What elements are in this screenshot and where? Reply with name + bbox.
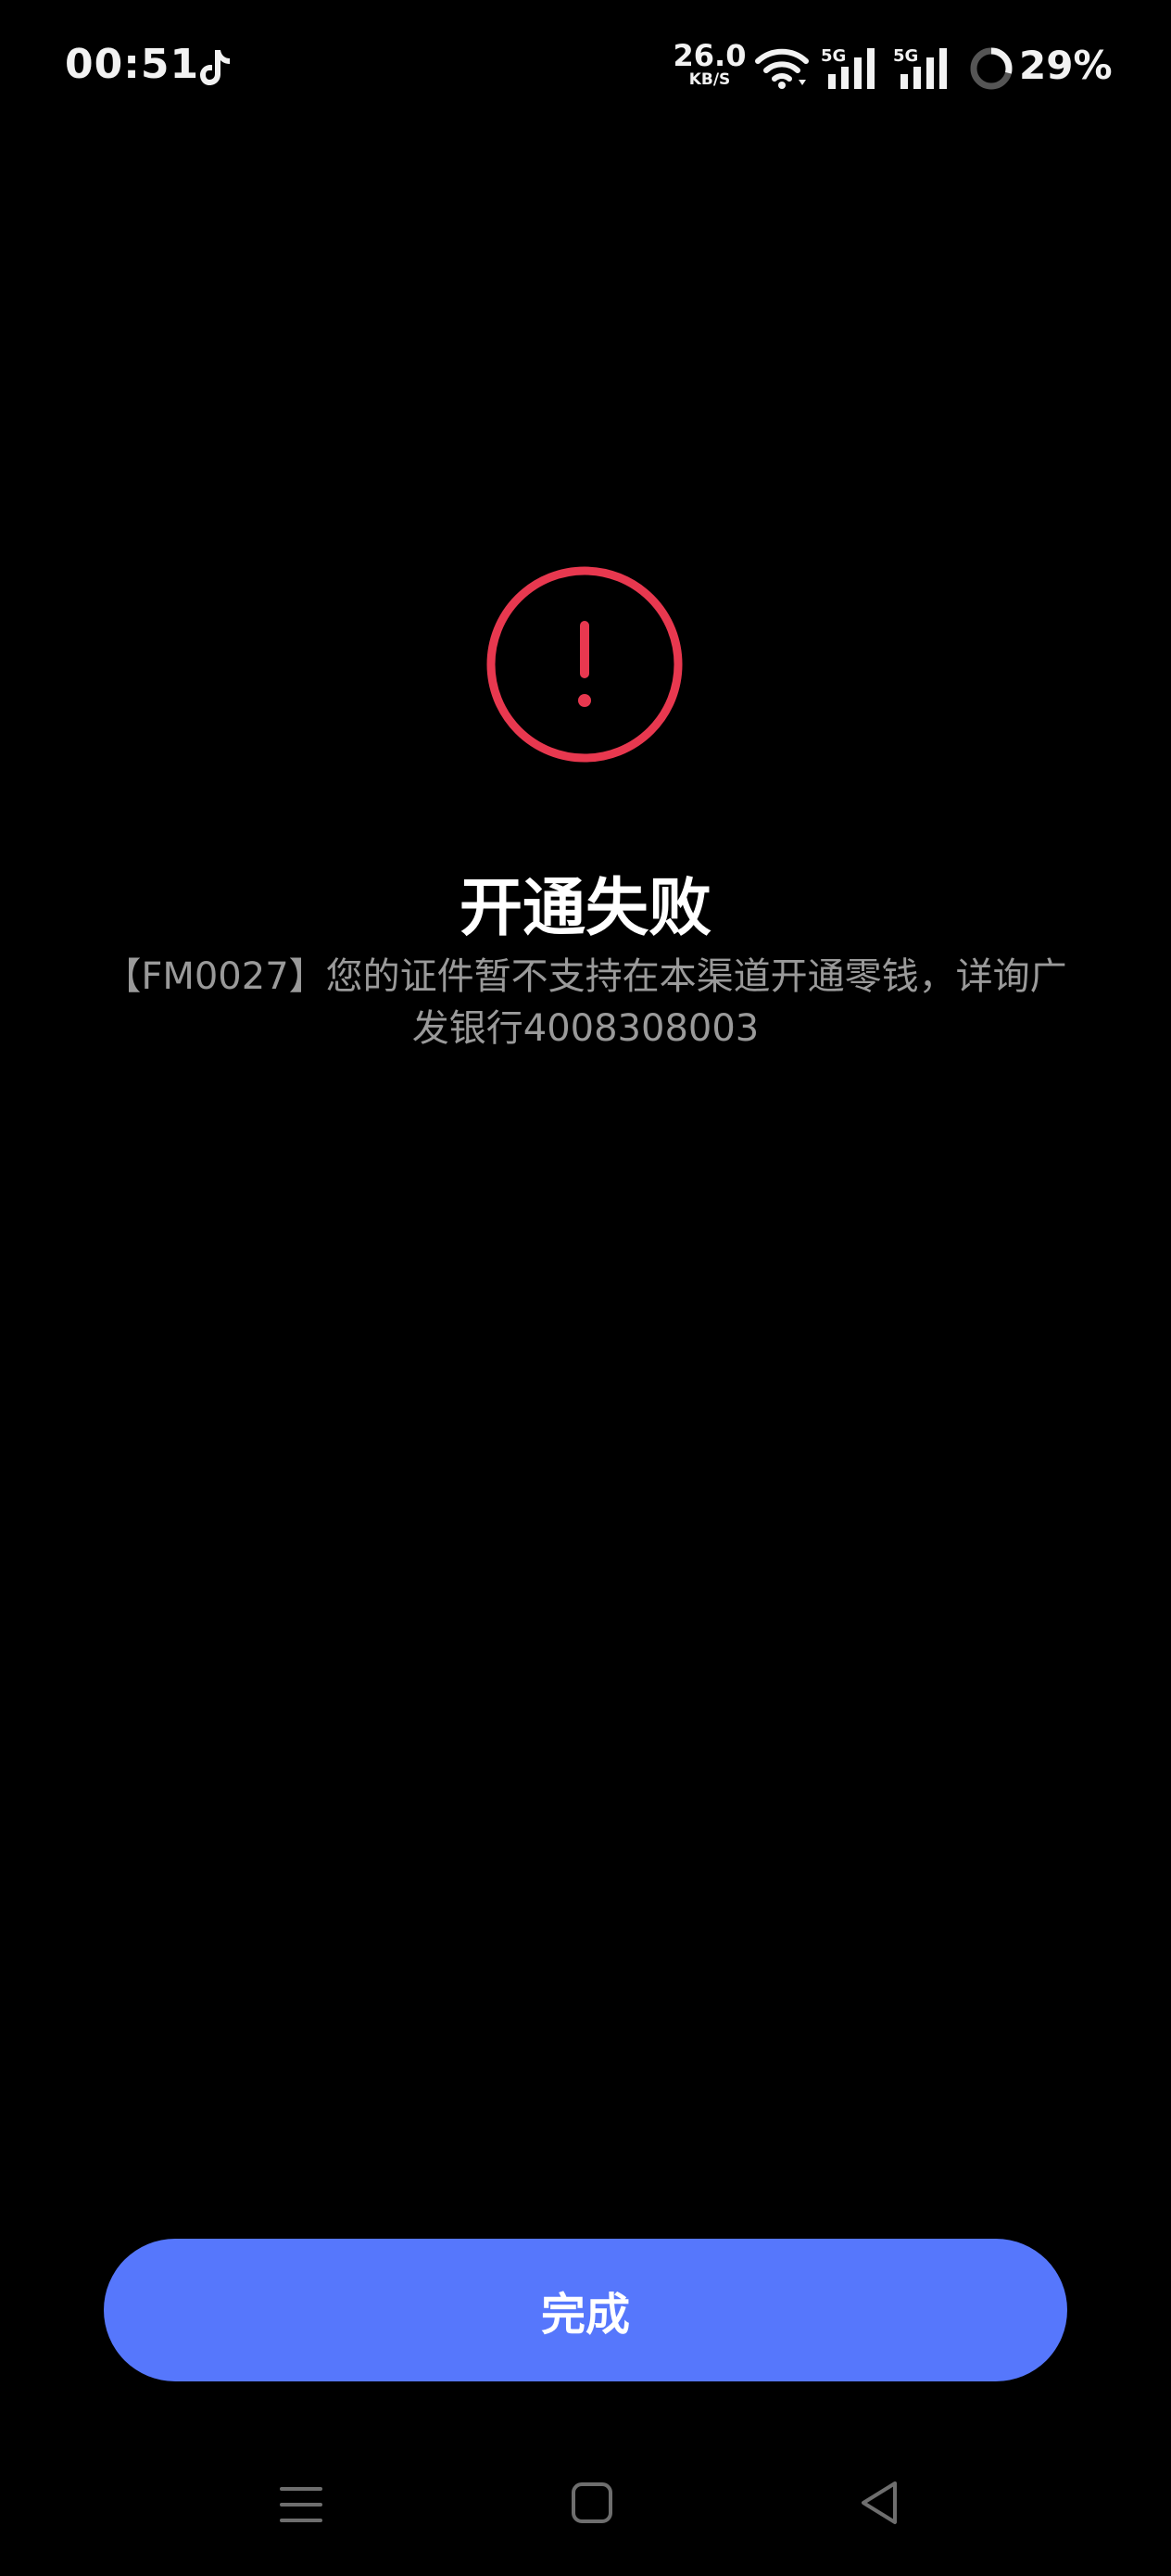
- status-bar: 00:51 26.0 KB/S 5G 5G 29%: [0, 0, 1171, 139]
- result-title: 开通失败: [459, 872, 711, 945]
- network-speed-value: 26.0: [673, 38, 747, 73]
- battery-percent: 29%: [1019, 43, 1113, 88]
- signal-strength-icon: 5G: [893, 46, 947, 89]
- back-icon[interactable]: [858, 2480, 900, 2526]
- home-icon[interactable]: [571, 2481, 613, 2524]
- done-button[interactable]: 完成: [104, 2239, 1067, 2381]
- wifi-icon: [755, 48, 809, 89]
- result-message: 【FM0027】您的证件暂不支持在本渠道开通零钱，详询广发银行400830800…: [104, 955, 1067, 1050]
- network-speed-unit: KB/S: [688, 70, 731, 89]
- navigation-bar: [0, 2446, 1171, 2557]
- signal-strength-icon: 5G: [821, 46, 875, 89]
- error-exclamation-circle-icon: [486, 566, 683, 763]
- network-speed: 26.0 KB/S: [673, 41, 747, 88]
- battery-ring-icon: [970, 47, 1013, 90]
- sim2-label: 5G: [893, 46, 918, 66]
- tiktok-icon: [200, 50, 230, 85]
- sim1-label: 5G: [821, 46, 846, 66]
- status-time: 00:51: [65, 41, 200, 88]
- menu-icon[interactable]: [280, 2483, 322, 2526]
